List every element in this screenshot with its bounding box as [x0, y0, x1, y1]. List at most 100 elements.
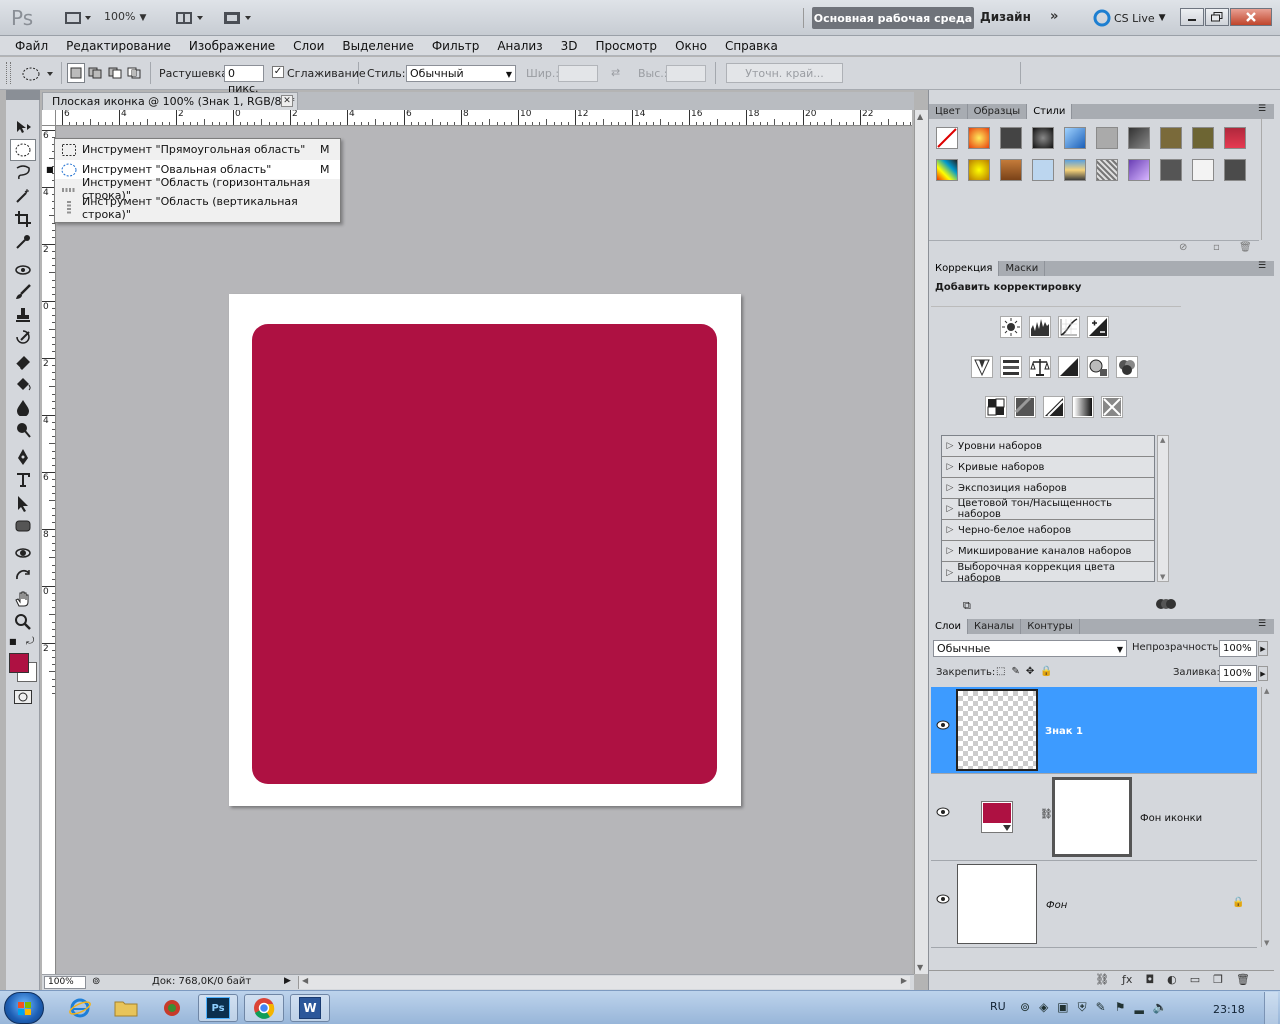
- posterize-icon[interactable]: [1014, 396, 1036, 418]
- start-button[interactable]: [4, 992, 44, 1024]
- tray-volume-icon[interactable]: 🔈: [1153, 1000, 1168, 1015]
- menu-help[interactable]: Справка: [716, 39, 787, 53]
- foreground-color-swatch[interactable]: [9, 653, 29, 673]
- scroll-down-icon[interactable]: ▼: [1160, 573, 1165, 581]
- menu-file[interactable]: Файл: [6, 39, 57, 53]
- layer-thumbnail[interactable]: [956, 689, 1038, 771]
- fill-slider-icon[interactable]: ▶: [1258, 666, 1268, 681]
- dodge-tool[interactable]: [10, 419, 36, 441]
- tab-masks[interactable]: Маски: [999, 261, 1046, 276]
- curves-icon[interactable]: [1058, 316, 1080, 338]
- style-swatch[interactable]: [936, 159, 958, 181]
- style-swatch[interactable]: [1192, 127, 1214, 149]
- taskbar-internet-explorer[interactable]: [60, 994, 100, 1022]
- scroll-down-icon[interactable]: ▼: [1264, 939, 1269, 947]
- menu-edit[interactable]: Редактирование: [57, 39, 180, 53]
- layer-row[interactable]: ⛓ Фон иконки: [931, 774, 1257, 861]
- width-input[interactable]: [558, 65, 598, 82]
- fx-icon[interactable]: ƒx: [1122, 973, 1132, 986]
- fill-layer-thumbnail[interactable]: [981, 801, 1013, 833]
- menu-select[interactable]: Выделение: [333, 39, 422, 53]
- scroll-right-icon[interactable]: ▶: [901, 976, 907, 985]
- style-swatch[interactable]: [1096, 127, 1118, 149]
- blur-tool[interactable]: [10, 396, 36, 418]
- flyout-single-column-marquee[interactable]: Инструмент "Область (вертикальная строка…: [55, 195, 340, 221]
- refine-edge-button[interactable]: Уточн. край...: [726, 63, 843, 83]
- opacity-slider-icon[interactable]: ▶: [1258, 641, 1268, 656]
- style-swatch[interactable]: [1128, 127, 1150, 149]
- lock-transparent-icon[interactable]: ⬚: [996, 666, 1005, 677]
- style-select[interactable]: Обычный ▼: [406, 65, 516, 82]
- status-zoom-icon[interactable]: ⊚: [92, 976, 100, 987]
- layer-thumbnail[interactable]: [957, 864, 1037, 944]
- menu-image[interactable]: Изображение: [180, 39, 284, 53]
- screen-mode-button[interactable]: [220, 8, 256, 28]
- eyedropper-tool[interactable]: [10, 231, 36, 253]
- crop-tool[interactable]: [10, 208, 36, 230]
- hue-saturation-icon[interactable]: [1000, 356, 1022, 378]
- link-icon[interactable]: ⛓: [1040, 809, 1053, 820]
- tray-app-icon[interactable]: ⊚: [1020, 1000, 1030, 1015]
- hand-tool[interactable]: [10, 588, 36, 610]
- new-style-icon[interactable]: ▫: [1213, 242, 1220, 253]
- 3d-rotate-tool[interactable]: [10, 542, 36, 564]
- shape-tool[interactable]: [10, 515, 36, 537]
- cs-live-button[interactable]: CS Live ▼: [1093, 9, 1166, 27]
- black-white-icon[interactable]: [1058, 356, 1080, 378]
- spot-healing-tool[interactable]: [10, 258, 36, 280]
- type-tool[interactable]: [10, 469, 36, 491]
- style-swatch[interactable]: [1160, 127, 1182, 149]
- layer-name[interactable]: Знак 1: [1045, 726, 1083, 737]
- menu-3d[interactable]: 3D: [552, 39, 587, 53]
- clip-to-layer-icon[interactable]: ⧉: [963, 599, 971, 613]
- style-swatch[interactable]: [968, 127, 990, 149]
- new-group-icon[interactable]: ▭: [1190, 973, 1200, 986]
- show-desktop-button[interactable]: [1264, 992, 1278, 1024]
- photo-filter-icon[interactable]: [1087, 356, 1109, 378]
- eye-icon[interactable]: [936, 720, 950, 730]
- vertical-scrollbar[interactable]: ▲ ▼: [914, 110, 928, 974]
- brightness-contrast-icon[interactable]: [1000, 316, 1022, 338]
- style-swatch[interactable]: [1192, 159, 1214, 181]
- exposure-icon[interactable]: [1087, 316, 1109, 338]
- adjustment-options-icon[interactable]: [1155, 598, 1177, 610]
- eye-icon[interactable]: [936, 894, 950, 904]
- eye-icon[interactable]: [936, 807, 950, 817]
- feather-input[interactable]: 0 пикс.: [224, 65, 264, 95]
- menu-filter[interactable]: Фильтр: [423, 39, 488, 53]
- style-swatch[interactable]: [1224, 127, 1246, 149]
- preset-exposure[interactable]: ▷ Экспозиция наборов: [942, 478, 1154, 499]
- invert-icon[interactable]: [985, 396, 1007, 418]
- ruler-origin[interactable]: [42, 110, 56, 126]
- taskbar-photoshop[interactable]: Ps: [198, 994, 238, 1022]
- opacity-input[interactable]: 100%: [1219, 640, 1257, 657]
- style-swatch[interactable]: [1160, 159, 1182, 181]
- default-colors-icon[interactable]: ■: [9, 637, 17, 646]
- preset-curves[interactable]: ▷ Кривые наборов: [942, 457, 1154, 478]
- history-brush-tool[interactable]: [10, 327, 36, 349]
- taskbar-word[interactable]: W: [290, 994, 330, 1022]
- preset-channel-mixer[interactable]: ▷ Микширование каналов наборов: [942, 541, 1154, 562]
- status-zoom-input[interactable]: 100%: [44, 976, 86, 989]
- clock[interactable]: 23:18: [1213, 1003, 1245, 1016]
- 3d-orbit-tool[interactable]: [10, 565, 36, 587]
- panel-menu-icon[interactable]: ☰: [1258, 104, 1266, 114]
- preset-selective-color[interactable]: ▷ Выборочная коррекция цвета наборов: [942, 562, 1154, 584]
- intersect-selection-button[interactable]: [126, 63, 143, 83]
- layer-row[interactable]: Знак 1: [931, 687, 1257, 774]
- presets-scrollbar[interactable]: ▲ ▼: [1157, 435, 1169, 582]
- preset-hue-saturation[interactable]: ▷ Цветовой тон/Насыщенность наборов: [942, 498, 1154, 520]
- scroll-up-icon[interactable]: ▲: [1264, 687, 1269, 695]
- swap-colors-icon[interactable]: ⤾: [26, 636, 34, 647]
- scroll-left-icon[interactable]: ◀: [302, 976, 308, 985]
- gradient-map-icon[interactable]: [1072, 396, 1094, 418]
- pen-tool[interactable]: [10, 446, 36, 468]
- status-menu-arrow-icon[interactable]: ▶: [284, 976, 291, 986]
- taskbar-explorer[interactable]: [106, 994, 146, 1022]
- style-swatch[interactable]: [1000, 127, 1022, 149]
- tools-panel-header[interactable]: [6, 90, 40, 100]
- tray-app-icon[interactable]: ✎: [1096, 1000, 1106, 1015]
- horizontal-ruler[interactable]: 6 4 2 0 2 4 6 8 10 12 14 16 18 20 22: [56, 110, 912, 126]
- arrange-documents-button[interactable]: [172, 8, 208, 28]
- layer-name[interactable]: Фон: [1046, 900, 1067, 911]
